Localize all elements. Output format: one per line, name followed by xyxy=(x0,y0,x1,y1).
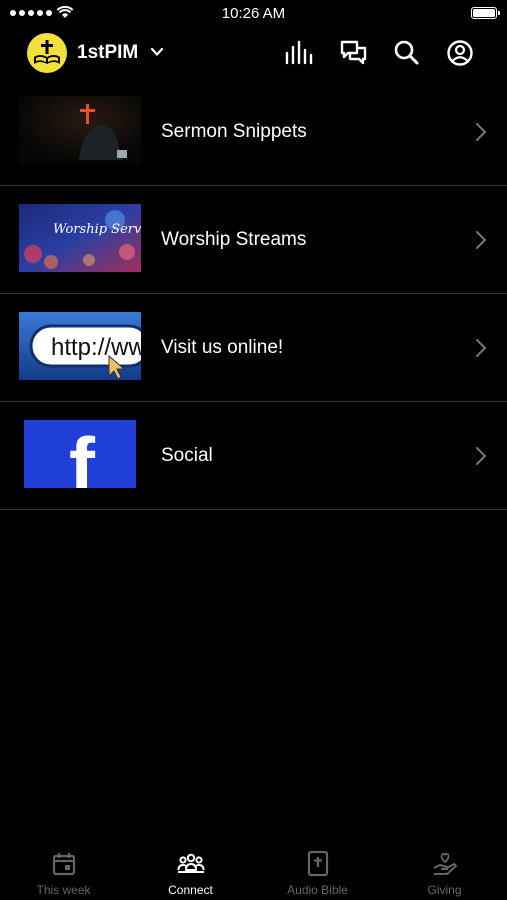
status-bar: 10:26 AM xyxy=(0,0,507,28)
equalizer-icon[interactable] xyxy=(284,39,314,67)
worship-thumbnail-text: Worship Service xyxy=(53,222,141,237)
worship-thumbnail: Worship Service xyxy=(19,204,141,272)
bottom-tab-bar: This week Connect Audio Bible Giving xyxy=(0,842,507,900)
list-item-social[interactable]: f Social xyxy=(0,402,507,510)
list-item-visit-online[interactable]: http://www. Visit us online! xyxy=(0,294,507,402)
people-icon xyxy=(177,853,204,873)
website-thumbnail-text: http://www. xyxy=(51,334,141,361)
connect-list: Sermon Snippets Worship Service Worship … xyxy=(0,78,507,510)
tab-label: Giving xyxy=(427,883,462,897)
chevron-right-icon xyxy=(476,447,487,465)
list-item-label: Sermon Snippets xyxy=(161,121,307,142)
search-icon[interactable] xyxy=(392,39,422,67)
list-item-label: Social xyxy=(161,445,213,466)
website-thumbnail: http://www. xyxy=(19,312,141,380)
list-item-worship-streams[interactable]: Worship Service Worship Streams xyxy=(0,186,507,294)
list-item-label: Visit us online! xyxy=(161,337,284,358)
chevron-right-icon xyxy=(476,123,487,141)
chat-icon[interactable] xyxy=(339,39,369,67)
sermon-thumbnail xyxy=(19,96,141,164)
chevron-right-icon xyxy=(476,231,487,249)
status-time: 10:26 AM xyxy=(221,5,286,22)
list-item-sermon-snippets[interactable]: Sermon Snippets xyxy=(0,78,507,186)
battery-icon xyxy=(471,7,500,19)
tab-label: This week xyxy=(36,883,91,897)
app-title[interactable]: 1stPIM xyxy=(77,42,138,64)
list-item-label: Worship Streams xyxy=(161,229,307,250)
chevron-down-icon[interactable] xyxy=(150,45,164,59)
calendar-icon xyxy=(52,853,75,876)
church-logo[interactable] xyxy=(27,33,67,73)
account-icon[interactable] xyxy=(445,39,475,67)
facebook-thumbnail: f xyxy=(19,420,141,488)
tab-audio-bible[interactable]: Audio Bible xyxy=(254,842,381,900)
app-header: 1stPIM xyxy=(0,30,507,76)
tab-label: Connect xyxy=(168,883,213,897)
bible-cross-logo-icon xyxy=(34,40,60,64)
tab-connect[interactable]: Connect xyxy=(127,842,254,900)
tab-giving[interactable]: Giving xyxy=(381,842,507,900)
chevron-right-icon xyxy=(476,339,487,357)
bible-icon xyxy=(307,850,328,877)
tab-label: Audio Bible xyxy=(287,883,348,897)
facebook-logo-icon: f xyxy=(69,421,96,488)
giving-hand-icon xyxy=(433,852,457,875)
tab-this-week[interactable]: This week xyxy=(0,842,127,900)
